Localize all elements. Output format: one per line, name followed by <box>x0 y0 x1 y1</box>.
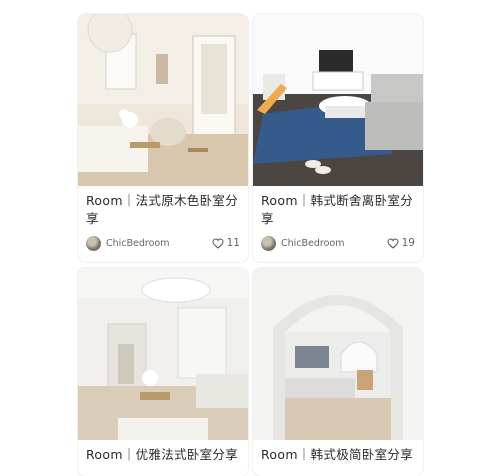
note-card[interactable]: Room｜韩式极简卧室分享 <box>253 268 423 476</box>
note-title[interactable]: Room｜韩式极简卧室分享 <box>253 440 423 464</box>
heart-outline-icon[interactable] <box>387 237 399 249</box>
note-title[interactable]: Room｜法式原木色卧室分享 <box>78 186 248 228</box>
author-name[interactable]: ChicBedroom <box>106 238 170 249</box>
note-card[interactable]: Room｜优雅法式卧室分享 <box>78 268 248 476</box>
note-meta: ChicBedroom 19 <box>253 228 423 252</box>
note-cover-image[interactable] <box>253 14 423 186</box>
user-avatar-icon[interactable] <box>86 235 101 251</box>
like-counter[interactable]: 11 <box>212 237 240 249</box>
note-meta: ChicBedroom 11 <box>78 228 248 252</box>
note-cover-image[interactable] <box>78 14 248 186</box>
like-counter[interactable]: 19 <box>387 237 415 249</box>
heart-outline-icon[interactable] <box>212 237 224 249</box>
note-title[interactable]: Room｜韩式断舍离卧室分享 <box>253 186 423 228</box>
note-feed: Room｜法式原木色卧室分享 ChicBedroom 11 Room｜韩式断舍离… <box>78 14 424 476</box>
like-count: 19 <box>401 237 415 249</box>
note-title[interactable]: Room｜优雅法式卧室分享 <box>78 440 248 464</box>
author-info[interactable]: ChicBedroom <box>86 235 170 251</box>
note-card[interactable]: Room｜法式原木色卧室分享 ChicBedroom 11 <box>78 14 248 262</box>
user-avatar-icon[interactable] <box>261 235 276 251</box>
author-info[interactable]: ChicBedroom <box>261 235 345 251</box>
note-card[interactable]: Room｜韩式断舍离卧室分享 ChicBedroom 19 <box>253 14 423 262</box>
note-cover-image[interactable] <box>253 268 423 440</box>
author-name[interactable]: ChicBedroom <box>281 238 345 249</box>
note-cover-image[interactable] <box>78 268 248 440</box>
like-count: 11 <box>226 237 240 249</box>
